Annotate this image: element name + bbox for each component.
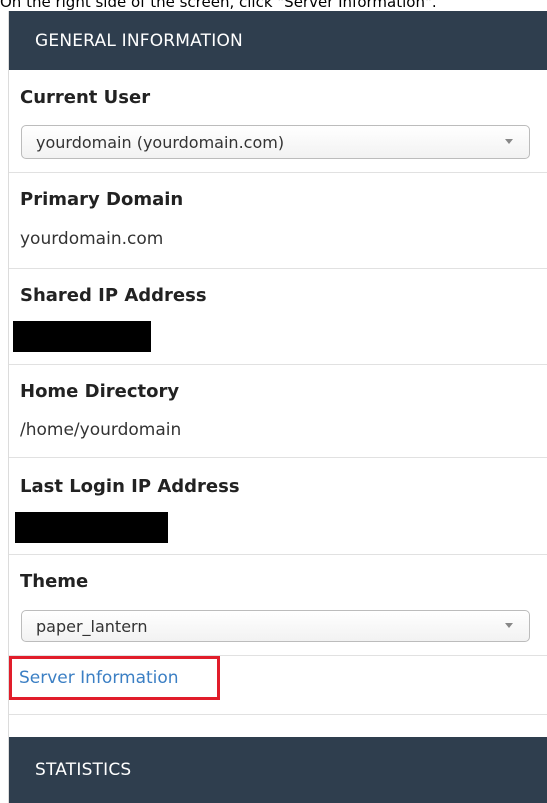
theme-section: Theme paper_lantern [9, 555, 547, 656]
general-information-panel: GENERAL INFORMATION Current User yourdom… [8, 11, 547, 803]
primary-domain-value: yourdomain.com [20, 229, 164, 249]
current-user-select-value: yourdomain (yourdomain.com) [36, 132, 285, 152]
server-information-link[interactable]: Server Information [9, 656, 220, 700]
last-login-ip-section: Last Login IP Address [9, 458, 547, 555]
home-directory-value: /home/yourdomain [20, 420, 182, 440]
statistics-header[interactable]: STATISTICS [9, 737, 547, 803]
theme-select-value: paper_lantern [36, 616, 148, 636]
last-login-ip-redacted-value [15, 512, 168, 543]
last-login-ip-label: Last Login IP Address [20, 476, 240, 497]
shared-ip-redacted-value [13, 321, 151, 352]
shared-ip-section: Shared IP Address [9, 269, 547, 365]
current-user-label: Current User [20, 87, 151, 108]
instruction-caption: On the right side of the screen, click "… [0, 0, 437, 11]
server-information-row: Server Information [9, 656, 547, 715]
general-information-header: GENERAL INFORMATION [9, 11, 547, 70]
panel-gap [9, 715, 547, 737]
server-information-link-text: Server Information [19, 668, 179, 688]
theme-label: Theme [20, 571, 89, 592]
chevron-down-icon [505, 623, 513, 628]
primary-domain-section: Primary Domain yourdomain.com [9, 173, 547, 269]
shared-ip-label: Shared IP Address [20, 285, 207, 306]
theme-select[interactable]: paper_lantern [21, 610, 530, 642]
chevron-down-icon [505, 139, 513, 144]
current-user-select[interactable]: yourdomain (yourdomain.com) [21, 125, 530, 159]
primary-domain-label: Primary Domain [20, 189, 184, 210]
home-directory-label: Home Directory [20, 381, 180, 402]
current-user-section: Current User yourdomain (yourdomain.com) [9, 70, 547, 173]
home-directory-section: Home Directory /home/yourdomain [9, 365, 547, 458]
